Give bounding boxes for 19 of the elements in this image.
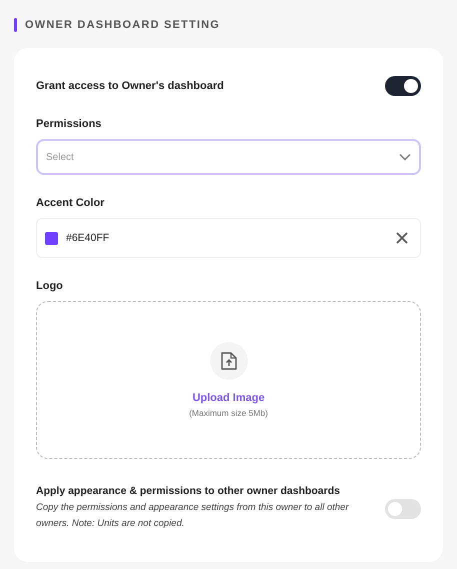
upload-dropzone[interactable]: Upload Image (Maximum size 5Mb) <box>36 301 421 459</box>
field-label: Accent Color <box>36 197 106 209</box>
accent-bar <box>14 18 17 32</box>
upload-link[interactable]: Upload Image <box>192 392 265 404</box>
color-field[interactable]: #6E40FF <box>36 218 421 258</box>
color-value: #6E40FF <box>66 232 110 244</box>
permissions-select[interactable]: Select <box>36 139 421 175</box>
toggle-switch[interactable] <box>385 76 421 96</box>
upload-file-icon <box>210 342 248 380</box>
close-icon[interactable] <box>396 232 408 244</box>
section-title: OWNER DASHBOARD SETTING <box>25 19 220 31</box>
apply-label: Apply appearance & permissions to other owner dashboards <box>36 485 341 497</box>
field-label: Grant access to Owner's dashboard <box>36 80 224 92</box>
field-label: Logo <box>36 280 64 292</box>
apply-description: Copy the permissions and appearance settings from this owner to all other owners. Note: Units are not copied. <box>36 501 350 531</box>
upload-hint: (Maximum size 5Mb) <box>189 408 268 418</box>
chevron-down-icon <box>399 153 411 161</box>
toggle-switch[interactable] <box>385 498 421 518</box>
field-label: Permissions <box>36 118 102 130</box>
